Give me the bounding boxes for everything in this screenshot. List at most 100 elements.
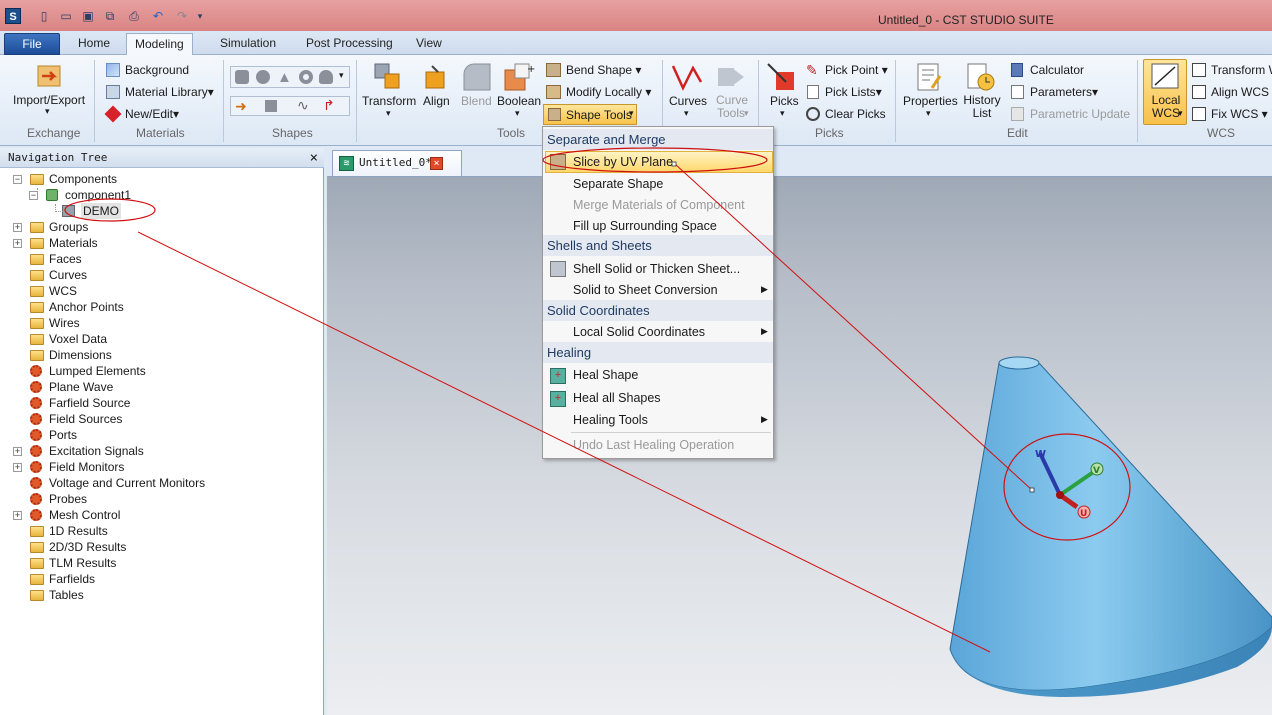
curves-dropdown-icon[interactable]: ▾ bbox=[684, 108, 689, 119]
save-icon[interactable]: ▣ bbox=[80, 8, 96, 24]
tree-node-1d-results[interactable]: 1D Results bbox=[49, 523, 108, 539]
tree-node-groups[interactable]: Groups bbox=[49, 219, 88, 235]
tree-node-field-monitors[interactable]: Field Monitors bbox=[49, 459, 124, 475]
tree-node-plane-wave[interactable]: Plane Wave bbox=[49, 379, 113, 395]
shape-primitives-gallery[interactable]: ▲ ▾ bbox=[230, 66, 350, 88]
loft-icon[interactable]: ↱ bbox=[323, 97, 335, 114]
new-file-icon[interactable]: ▯ bbox=[36, 8, 52, 24]
tree-node-curves[interactable]: Curves bbox=[49, 267, 87, 283]
parametric-update-button[interactable]: Parametric Update bbox=[1030, 107, 1130, 121]
tree-node-voltage-and-current-monitors[interactable]: Voltage and Current Monitors bbox=[49, 475, 205, 491]
boolean-button[interactable]: Boolean bbox=[497, 94, 541, 108]
redo-icon[interactable]: ↷ bbox=[174, 8, 190, 24]
curve-tools-dropdown-icon[interactable]: ▾ bbox=[744, 108, 749, 119]
menu-item-merge-materials[interactable]: Merge Materials of Component bbox=[573, 194, 745, 216]
align-wcs-button[interactable]: Align WCS ▾ bbox=[1211, 85, 1272, 99]
transform-button[interactable]: Transform bbox=[362, 94, 416, 108]
import-export-button[interactable]: Import/Export bbox=[13, 93, 85, 107]
tree-node-excitation-signals[interactable]: Excitation Signals bbox=[49, 443, 144, 459]
tree-node-voxel-data[interactable]: Voxel Data bbox=[49, 331, 107, 347]
tree-expander-icon[interactable]: + bbox=[13, 463, 22, 472]
picks-button[interactable]: Picks bbox=[770, 94, 799, 108]
tree-node-mesh-control[interactable]: Mesh Control bbox=[49, 507, 120, 523]
curve-tools-button[interactable]: Curve Tools bbox=[716, 94, 748, 120]
tab-home[interactable]: Home bbox=[70, 33, 118, 55]
sweep-icon[interactable]: ∿ bbox=[297, 97, 309, 114]
tree-node-ports[interactable]: Ports bbox=[49, 427, 77, 443]
cylinder-icon[interactable] bbox=[319, 70, 333, 84]
shapes-more-dropdown-icon[interactable]: ▾ bbox=[339, 70, 344, 81]
tab-post-processing[interactable]: Post Processing bbox=[298, 33, 401, 55]
fix-wcs-button[interactable]: Fix WCS ▾ bbox=[1211, 107, 1268, 121]
new-edit-button[interactable]: New/Edit▾ bbox=[125, 107, 179, 121]
tree-node-component1[interactable]: component1 bbox=[65, 187, 131, 203]
torus-icon[interactable] bbox=[299, 70, 313, 84]
menu-item-solid-to-sheet[interactable]: Solid to Sheet Conversion bbox=[573, 279, 718, 301]
tree-node-demo[interactable]: DEMO bbox=[81, 203, 121, 219]
transform-dropdown-icon[interactable]: ▾ bbox=[386, 108, 391, 119]
document-tab-untitled[interactable]: ≋ Untitled_0* × bbox=[332, 150, 462, 176]
menu-item-slice-by-uv-plane[interactable]: Slice by UV Plane bbox=[573, 151, 673, 173]
menu-item-healing-tools[interactable]: Healing Tools bbox=[573, 409, 648, 431]
tab-file[interactable]: File bbox=[4, 33, 60, 55]
import-export-dropdown-icon[interactable]: ▾ bbox=[45, 106, 50, 117]
transform-wcs-button[interactable]: Transform WCS bbox=[1211, 63, 1272, 77]
cone-solid[interactable] bbox=[949, 356, 1272, 697]
tree-node-dimensions[interactable]: Dimensions bbox=[49, 347, 112, 363]
tree-node-materials[interactable]: Materials bbox=[49, 235, 98, 251]
shape-operations-gallery[interactable]: ➜ ∿ ↱ bbox=[230, 96, 350, 116]
tree-expander-icon[interactable]: + bbox=[13, 223, 22, 232]
properties-button[interactable]: Properties bbox=[903, 94, 958, 108]
tree-node-field-sources[interactable]: Field Sources bbox=[49, 411, 122, 427]
tree-node-farfields[interactable]: Farfields bbox=[49, 571, 95, 587]
open-folder-icon[interactable]: ▭ bbox=[58, 8, 74, 24]
local-wcs-button[interactable]: Local WCS ▾ bbox=[1143, 59, 1187, 125]
tab-modeling[interactable]: Modeling bbox=[126, 33, 193, 56]
background-button[interactable]: Background bbox=[125, 63, 189, 77]
tree-node-2d-3d-results[interactable]: 2D/3D Results bbox=[49, 539, 126, 555]
tab-simulation[interactable]: Simulation bbox=[212, 33, 284, 55]
tree-node-lumped-elements[interactable]: Lumped Elements bbox=[49, 363, 146, 379]
tab-view[interactable]: View bbox=[408, 33, 450, 55]
history-list-button[interactable]: History List bbox=[963, 94, 1001, 120]
tree-node-farfield-source[interactable]: Farfield Source bbox=[49, 395, 130, 411]
app-icon[interactable]: S bbox=[5, 8, 21, 24]
pick-lists-button[interactable]: Pick Lists▾ bbox=[825, 85, 882, 99]
picks-dropdown-icon[interactable]: ▾ bbox=[780, 108, 785, 119]
blend-button[interactable]: Blend bbox=[461, 94, 492, 108]
close-tab-icon[interactable]: × bbox=[430, 157, 443, 170]
menu-item-heal-shape[interactable]: Heal Shape bbox=[573, 364, 638, 386]
menu-item-heal-all-shapes[interactable]: Heal all Shapes bbox=[573, 387, 661, 409]
tree-node-tables[interactable]: Tables bbox=[49, 587, 84, 603]
cone-icon[interactable]: ▲ bbox=[277, 69, 292, 86]
tree-node-wcs[interactable]: WCS bbox=[49, 283, 77, 299]
tree-expander-icon[interactable]: + bbox=[13, 239, 22, 248]
menu-item-separate-shape[interactable]: Separate Shape bbox=[573, 173, 663, 195]
curves-button[interactable]: Curves bbox=[669, 94, 707, 108]
tree-node-anchor-points[interactable]: Anchor Points bbox=[49, 299, 124, 315]
clear-picks-button[interactable]: Clear Picks bbox=[825, 107, 886, 121]
parameters-button[interactable]: Parameters▾ bbox=[1030, 85, 1098, 99]
tree-node-wires[interactable]: Wires bbox=[49, 315, 80, 331]
customize-dropdown-icon[interactable]: ▾ bbox=[192, 8, 208, 24]
menu-item-undo-last-healing[interactable]: Undo Last Healing Operation bbox=[573, 434, 734, 456]
material-library-button[interactable]: Material Library▾ bbox=[125, 85, 214, 99]
boolean-dropdown-icon[interactable]: ▾ bbox=[515, 108, 520, 119]
menu-item-shell-solid[interactable]: Shell Solid or Thicken Sheet... bbox=[573, 258, 740, 280]
tree-node-faces[interactable]: Faces bbox=[49, 251, 82, 267]
menu-item-local-solid-coordinates[interactable]: Local Solid Coordinates bbox=[573, 321, 705, 343]
sphere-icon[interactable] bbox=[256, 70, 270, 84]
extrude-icon[interactable]: ➜ bbox=[235, 98, 247, 115]
properties-dropdown-icon[interactable]: ▾ bbox=[926, 108, 931, 119]
3d-viewport[interactable]: W V U bbox=[327, 177, 1272, 715]
bend-shape-button[interactable]: Bend Shape ▾ bbox=[566, 63, 641, 77]
tree-expander-icon[interactable]: + bbox=[13, 511, 22, 520]
brick-icon[interactable] bbox=[235, 70, 249, 84]
tree-expander-icon[interactable]: + bbox=[13, 447, 22, 456]
pick-point-button[interactable]: Pick Point ▾ bbox=[825, 63, 888, 77]
tree-node-probes[interactable]: Probes bbox=[49, 491, 87, 507]
modify-locally-button[interactable]: Modify Locally ▾ bbox=[566, 85, 651, 99]
tree-expander-icon[interactable]: − bbox=[13, 175, 22, 184]
tree-node-components[interactable]: Components bbox=[49, 171, 117, 187]
shape-tools-button[interactable]: Shape Tools ▾ bbox=[543, 104, 637, 125]
